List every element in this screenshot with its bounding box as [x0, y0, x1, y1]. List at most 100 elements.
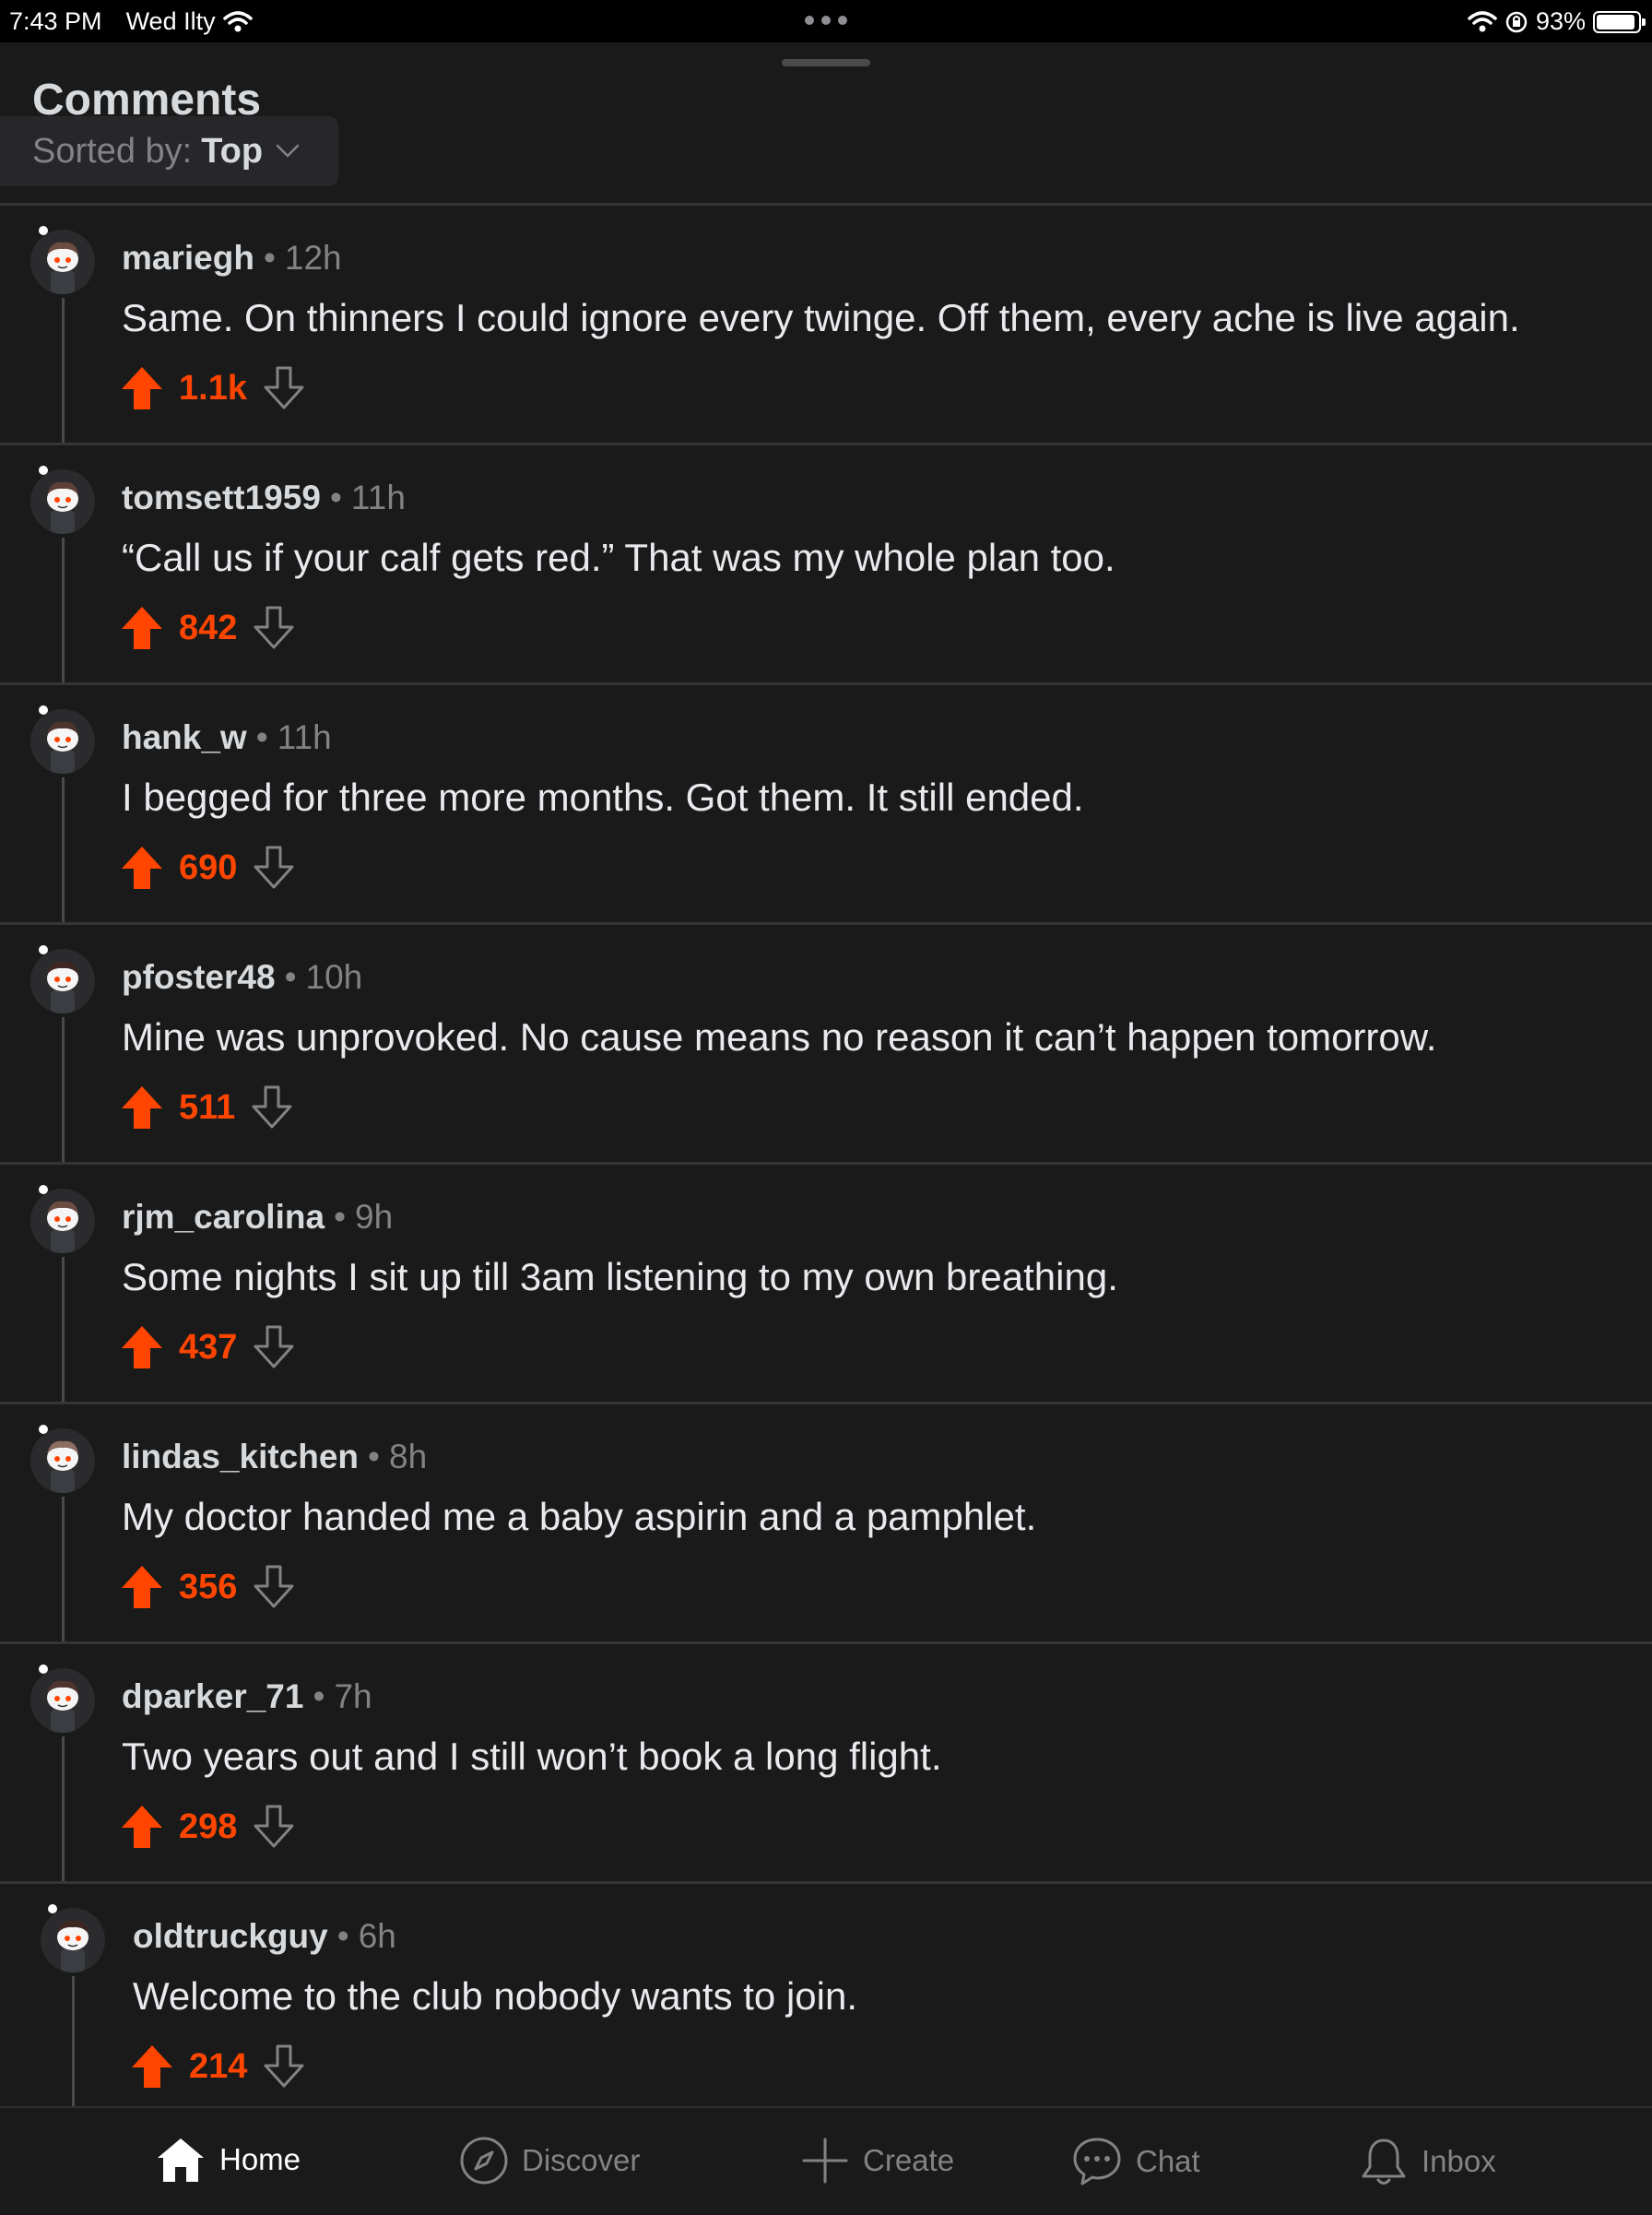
comment-row[interactable]: pfoster48 • 10h Mine was unprovoked. No cau…	[0, 925, 1652, 1165]
sort-prefix: Sorted by:	[32, 131, 193, 171]
thread-line[interactable]	[62, 1017, 65, 1162]
tab-home-label: Home	[219, 2142, 301, 2176]
avatar[interactable]	[30, 1668, 95, 1733]
vote-score: 511	[179, 1087, 236, 1127]
vote-score: 356	[179, 1567, 238, 1606]
battery-level	[1597, 14, 1634, 30]
downvote-icon[interactable]	[262, 365, 306, 411]
comment-author[interactable]: pfoster48	[122, 958, 276, 996]
meta-separator: •	[263, 239, 276, 277]
compass-icon	[460, 2137, 508, 2185]
home-icon	[158, 2138, 204, 2182]
tab-chat[interactable]: Chat	[1071, 2136, 1200, 2187]
avatar[interactable]	[30, 1428, 95, 1493]
comment-body: I begged for three more months. Got them…	[122, 776, 1084, 819]
chat-icon	[1073, 2138, 1121, 2185]
comment-body: “Call us if your calf gets red.” That wa…	[122, 536, 1115, 579]
tab-create[interactable]: Create	[800, 2136, 954, 2185]
multitasking-dots[interactable]	[802, 7, 850, 36]
comment-body: Two years out and I still won’t book a l…	[122, 1735, 942, 1778]
thread-line[interactable]	[62, 1257, 65, 1402]
avatar-status-dot	[39, 1664, 48, 1674]
avatar[interactable]	[30, 230, 95, 294]
upvote-icon[interactable]	[120, 1564, 164, 1610]
comment-author[interactable]: oldtruckguy	[133, 1917, 328, 1955]
sheet-grabber[interactable]	[782, 59, 870, 66]
comment-author[interactable]: dparker_71	[122, 1677, 303, 1715]
comment-author[interactable]: tomsett1959	[122, 479, 321, 516]
comment-age: 10h	[305, 958, 363, 996]
tab-discover[interactable]: Discover	[459, 2136, 640, 2185]
comment-age: 8h	[389, 1438, 428, 1475]
vote-controls: 842	[120, 600, 296, 656]
comment-author[interactable]: lindas_kitchen	[122, 1438, 359, 1475]
avatar[interactable]	[30, 469, 95, 534]
vote-score: 1.1k	[179, 368, 247, 408]
thread-line[interactable]	[62, 1736, 65, 1881]
upvote-icon[interactable]	[120, 365, 164, 411]
avatar[interactable]	[30, 1189, 95, 1253]
comment-row[interactable]: mariegh • 12h Same. On thinners I could ign…	[0, 206, 1652, 445]
avatar[interactable]	[41, 1908, 105, 1972]
comment-author[interactable]: mariegh	[122, 239, 254, 277]
comment-age: 12h	[284, 239, 342, 277]
vote-controls: 298	[120, 1799, 296, 1854]
tab-inbox-label: Inbox	[1422, 2144, 1496, 2178]
plus-icon	[802, 2138, 848, 2184]
avatar[interactable]	[30, 709, 95, 774]
sort-button[interactable]: Sorted by: Top	[0, 116, 338, 186]
downvote-icon[interactable]	[250, 1084, 294, 1131]
comment-row[interactable]: lindas_kitchen • 8h My doctor handed me a b…	[0, 1404, 1652, 1644]
tab-inbox[interactable]: Inbox	[1359, 2136, 1496, 2187]
tab-create-label: Create	[863, 2143, 955, 2177]
comment-row[interactable]: dparker_71 • 7h Two years out and I still w…	[0, 1644, 1652, 1884]
upvote-icon[interactable]	[120, 1804, 164, 1850]
comment-author[interactable]: rjm_carolina	[122, 1198, 324, 1236]
comment-row[interactable]: hank_w • 11h I begged for three more months…	[0, 685, 1652, 925]
comment-body: Welcome to the club nobody wants to join…	[133, 1974, 858, 2018]
comment-row[interactable]: rjm_carolina • 9h Some nights I sit up till…	[0, 1165, 1652, 1404]
downvote-icon[interactable]	[252, 1564, 296, 1610]
tab-home[interactable]: Home	[155, 2136, 301, 2184]
avatar[interactable]	[30, 949, 95, 1013]
downvote-icon[interactable]	[252, 1804, 296, 1850]
comment-meta: rjm_carolina • 9h	[122, 1198, 393, 1237]
upvote-icon[interactable]	[120, 1324, 164, 1370]
battery-icon	[1593, 10, 1646, 33]
thread-line[interactable]	[62, 298, 65, 443]
thread-line[interactable]	[62, 1497, 65, 1641]
upvote-icon[interactable]	[120, 845, 164, 891]
meta-separator: •	[255, 718, 268, 756]
comment-body: Mine was unprovoked. No cause means no r…	[122, 1015, 1437, 1059]
thread-line[interactable]	[62, 777, 65, 922]
downvote-icon[interactable]	[252, 1324, 296, 1370]
snoo-avatar-icon	[47, 481, 78, 534]
snoo-avatar-icon	[57, 1920, 88, 1972]
upvote-icon[interactable]	[130, 2043, 174, 2090]
comment-meta: lindas_kitchen • 8h	[122, 1438, 427, 1476]
meta-separator: •	[368, 1438, 380, 1475]
snoo-avatar-icon	[47, 1680, 78, 1733]
downvote-icon[interactable]	[252, 605, 296, 651]
downvote-icon[interactable]	[252, 845, 296, 891]
avatar-status-dot	[39, 466, 48, 475]
downvote-icon[interactable]	[262, 2043, 306, 2090]
thread-line[interactable]	[72, 1976, 75, 2121]
snoo-avatar-icon	[47, 961, 78, 1013]
comment-age: 11h	[277, 718, 332, 756]
vote-score: 437	[179, 1327, 238, 1367]
status-left: 7:43 PM Wed Ilty	[9, 7, 253, 36]
snoo-avatar-icon	[47, 1201, 78, 1253]
comment-row[interactable]: oldtruckguy • 6h Welcome to the club nobody…	[0, 1884, 1652, 2124]
comment-author[interactable]: hank_w	[122, 718, 247, 756]
status-time: 7:43 PM	[9, 7, 102, 35]
status-date: Wed Ilty	[125, 7, 216, 35]
thread-line[interactable]	[62, 538, 65, 682]
avatar-status-dot	[39, 945, 48, 954]
wifi-icon	[1468, 10, 1497, 31]
upvote-icon[interactable]	[120, 1084, 164, 1131]
upvote-icon[interactable]	[120, 605, 164, 651]
comment-row[interactable]: tomsett1959 • 11h “Call us if your calf get…	[0, 445, 1652, 685]
comment-meta: pfoster48 • 10h	[122, 958, 362, 997]
avatar-status-dot	[39, 705, 48, 715]
